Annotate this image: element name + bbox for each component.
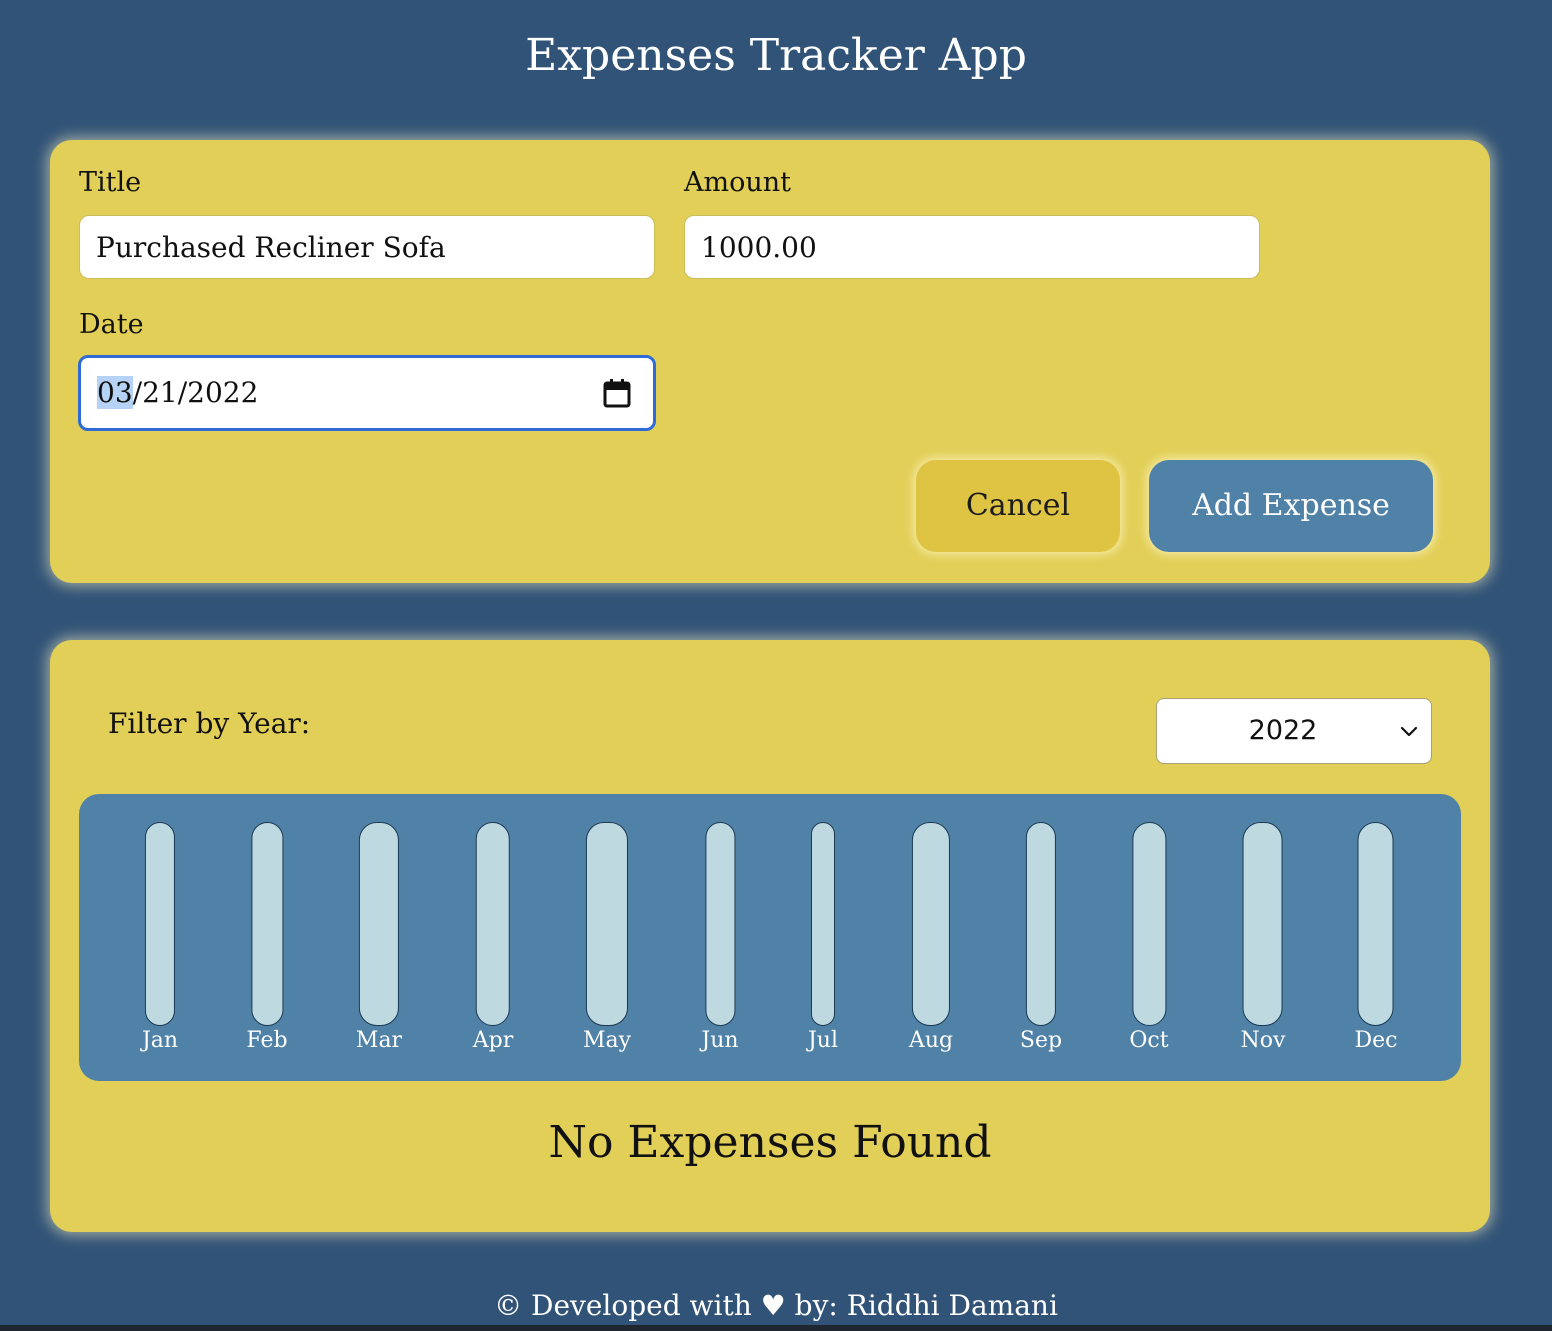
amount-input[interactable]: 1000.00 (684, 215, 1260, 279)
bar-label: Sep (1019, 1028, 1063, 1053)
title-input[interactable]: Purchased Recliner Sofa (79, 215, 655, 279)
chart-bar-may: May (583, 822, 631, 1056)
bar-label: Oct (1129, 1028, 1169, 1053)
chart-bar-jun: Jun (701, 822, 739, 1056)
app-title: Expenses Tracker App (525, 30, 1027, 81)
bar-track (1357, 822, 1394, 1026)
chart-bar-sep: Sep (1020, 822, 1062, 1056)
date-month-segment[interactable]: 03 (97, 376, 133, 409)
bar-label: Dec (1354, 1028, 1398, 1053)
bar-label: Nov (1240, 1028, 1286, 1053)
chart-bar-mar: Mar (356, 822, 402, 1056)
bar-track (250, 822, 283, 1026)
bar-track (704, 822, 735, 1026)
footer-prefix: © Developed with (494, 1289, 752, 1322)
chart-bar-dec: Dec (1354, 822, 1398, 1056)
new-expense-form: Title Purchased Recliner Sofa Amount 100… (50, 140, 1490, 583)
bar-label: Jun (701, 1028, 739, 1053)
bar-label: Aug (908, 1028, 954, 1053)
chart-bar-oct: Oct (1129, 822, 1169, 1056)
bar-track (1243, 822, 1283, 1026)
footer: © Developed with ♥ by: Riddhi Damani (0, 1286, 1552, 1326)
bar-label: May (582, 1028, 632, 1053)
bar-track (476, 822, 510, 1026)
bar-label: Feb (246, 1028, 288, 1053)
title-label: Title (79, 167, 142, 198)
chart-bar-nov: Nov (1240, 822, 1286, 1056)
bar-track (811, 822, 835, 1026)
bar-label: Jul (807, 1028, 839, 1053)
bar-track (358, 822, 399, 1026)
bar-label: Jan (141, 1028, 179, 1053)
bar-label: Mar (355, 1028, 403, 1053)
bar-track (911, 822, 950, 1026)
filter-label: Filter by Year: (108, 707, 311, 740)
calendar-icon[interactable] (603, 378, 631, 408)
expenses-panel: Filter by Year: 2022 Jan Feb Mar Apr May Jun J… (50, 640, 1490, 1232)
year-select[interactable]: 2022 (1156, 698, 1432, 764)
date-rest-segment[interactable]: /21/2022 (133, 376, 259, 409)
chart-bar-jul: Jul (808, 822, 838, 1056)
chart-bar-feb: Feb (246, 822, 288, 1056)
date-label: Date (79, 309, 144, 340)
chart-bar-aug: Aug (909, 822, 953, 1056)
bar-track (1026, 822, 1056, 1026)
heart-icon: ♥ (760, 1289, 786, 1322)
window-bottom-edge (0, 1325, 1552, 1331)
amount-label: Amount (684, 167, 791, 198)
bar-track (585, 822, 628, 1026)
year-select-value: 2022 (1248, 715, 1318, 746)
chart-bar-jan: Jan (142, 822, 178, 1056)
date-input[interactable]: 03/21/2022 (78, 355, 656, 431)
empty-message: No Expenses Found (548, 1117, 992, 1168)
bar-label: Apr (472, 1028, 514, 1053)
chevron-down-icon (1400, 726, 1418, 737)
expenses-chart: Jan Feb Mar Apr May Jun Jul Aug Sep Oct Nov Dec (79, 794, 1461, 1081)
add-expense-button[interactable]: Add Expense (1149, 460, 1433, 552)
bar-track (1131, 822, 1166, 1026)
cancel-button[interactable]: Cancel (916, 460, 1120, 552)
bar-track (144, 822, 175, 1026)
chart-bar-apr: Apr (472, 822, 514, 1056)
footer-suffix: by: Riddhi Damani (794, 1289, 1058, 1322)
